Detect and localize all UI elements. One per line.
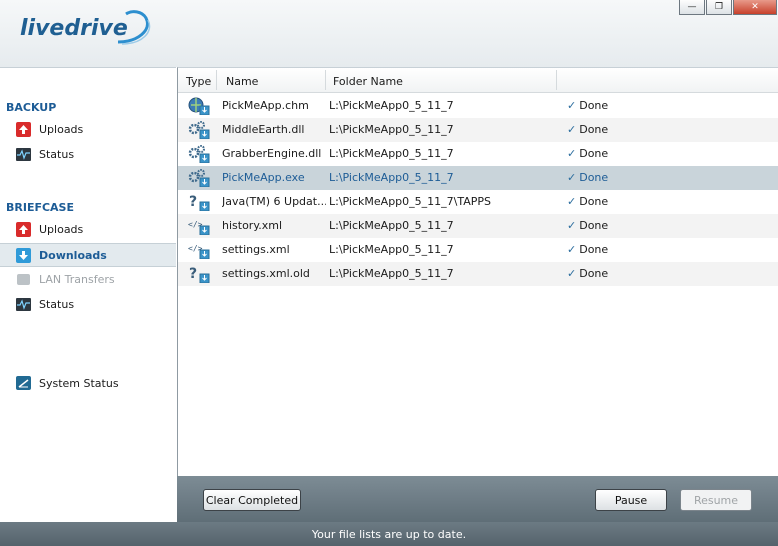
window-controls: — ❐ ✕ — [679, 0, 777, 15]
sidebar-item-label: LAN Transfers — [39, 272, 115, 286]
check-icon: ✓ — [567, 219, 577, 232]
folder-name: L:\PickMeApp0_5_11_7\TAPPS — [329, 195, 491, 208]
resume-button[interactable]: Resume — [680, 489, 752, 511]
system-status-icon — [15, 375, 31, 391]
sidebar-item-briefcase-lan-transfers[interactable]: LAN Transfers — [0, 268, 176, 290]
unknown-file-icon: ? — [188, 265, 210, 283]
column-folder-name[interactable]: Folder Name — [333, 75, 403, 88]
sidebar-item-label: Status — [39, 147, 75, 161]
sidebar: BACKUP Uploads Status BRIEFCASE Uploads … — [0, 67, 176, 523]
file-name: MiddleEarth.dll — [222, 123, 305, 136]
sidebar-item-briefcase-downloads[interactable]: Downloads — [0, 243, 176, 267]
gear-file-icon — [188, 169, 210, 187]
sidebar-item-backup-status[interactable]: Status — [0, 143, 176, 165]
file-name: PickMeApp.exe — [222, 171, 305, 184]
section-title-briefcase: BRIEFCASE — [6, 201, 74, 214]
column-header: Type Name Folder Name — [178, 68, 778, 93]
check-icon: ✓ — [567, 171, 577, 184]
sidebar-item-briefcase-status[interactable]: Status — [0, 293, 176, 315]
table-row[interactable]: ? settings.xml.old L:\PickMeApp0_5_11_7 … — [178, 262, 778, 286]
status-cell: ✓ Done — [567, 99, 609, 112]
column-name[interactable]: Name — [226, 75, 258, 88]
pause-button[interactable]: Pause — [595, 489, 667, 511]
section-title-backup: BACKUP — [6, 101, 57, 114]
folder-name: L:\PickMeApp0_5_11_7 — [329, 123, 454, 136]
svg-text:?: ? — [189, 266, 197, 282]
folder-name: L:\PickMeApp0_5_11_7 — [329, 171, 454, 184]
status-cell: ✓ Done — [567, 171, 609, 184]
table-row[interactable]: </> settings.xml L:\PickMeApp0_5_11_7 ✓ D… — [178, 238, 778, 262]
file-name: Java(TM) 6 Updat... — [222, 195, 326, 208]
file-name: settings.xml — [222, 243, 290, 256]
check-icon: ✓ — [567, 99, 577, 112]
table-row[interactable]: MiddleEarth.dll L:\PickMeApp0_5_11_7 ✓ Do… — [178, 118, 778, 142]
check-icon: ✓ — [567, 147, 577, 160]
check-icon: ✓ — [567, 123, 577, 136]
folder-name: L:\PickMeApp0_5_11_7 — [329, 147, 454, 160]
status-message: Your file lists are up to date. — [311, 527, 467, 541]
status-cell: ✓ Done — [567, 195, 609, 208]
sidebar-item-label: Status — [39, 297, 75, 311]
upload-icon — [15, 121, 31, 137]
column-type[interactable]: Type — [186, 75, 211, 88]
file-name: history.xml — [222, 219, 283, 232]
sidebar-item-label: Uploads — [39, 122, 84, 136]
restore-button[interactable]: ❐ — [706, 0, 732, 15]
status-icon — [15, 146, 31, 162]
file-name: GrabberEngine.dll — [222, 147, 322, 160]
app-header: livedrive — ❐ ✕ — [0, 0, 778, 67]
action-bar: Clear Completed Pause Resume — [177, 476, 778, 522]
xml-file-icon: </> — [188, 217, 210, 235]
table-row[interactable]: PickMeApp.chm L:\PickMeApp0_5_11_7 ✓ Done — [178, 94, 778, 118]
status-cell: ✓ Done — [567, 123, 609, 136]
table-row[interactable]: PickMeApp.exe L:\PickMeApp0_5_11_7 ✓ Done — [178, 166, 778, 190]
xml-file-icon: </> — [188, 241, 210, 259]
download-icon — [15, 247, 31, 263]
close-button[interactable]: ✕ — [733, 0, 777, 15]
minimize-button[interactable]: — — [679, 0, 705, 15]
livedrive-logo: livedrive — [20, 6, 160, 58]
gear-file-icon — [188, 145, 210, 163]
download-list[interactable]: Type Name Folder Name PickMeApp.chm L:\P… — [177, 67, 778, 477]
sidebar-item-briefcase-uploads[interactable]: Uploads — [0, 218, 176, 240]
sidebar-item-system-status[interactable]: System Status — [0, 372, 176, 394]
upload-icon — [15, 221, 31, 237]
status-cell: ✓ Done — [567, 243, 609, 256]
file-name: settings.xml.old — [222, 267, 310, 280]
check-icon: ✓ — [567, 195, 577, 208]
table-row[interactable]: ? Java(TM) 6 Updat... L:\PickMeApp0_5_11… — [178, 190, 778, 214]
status-cell: ✓ Done — [567, 147, 609, 160]
table-row[interactable]: </> history.xml L:\PickMeApp0_5_11_7 ✓ Do… — [178, 214, 778, 238]
status-cell: ✓ Done — [567, 219, 609, 232]
sidebar-item-label: System Status — [39, 376, 119, 390]
unknown-file-icon: ? — [188, 193, 210, 211]
folder-name: L:\PickMeApp0_5_11_7 — [329, 99, 454, 112]
svg-text:?: ? — [189, 194, 197, 210]
table-row[interactable]: GrabberEngine.dll L:\PickMeApp0_5_11_7 ✓… — [178, 142, 778, 166]
folder-name: L:\PickMeApp0_5_11_7 — [329, 219, 454, 232]
folder-name: L:\PickMeApp0_5_11_7 — [329, 267, 454, 280]
gear-file-icon — [188, 121, 210, 139]
status-cell: ✓ Done — [567, 267, 609, 280]
folder-name: L:\PickMeApp0_5_11_7 — [329, 243, 454, 256]
help-file-icon — [188, 97, 210, 115]
check-icon: ✓ — [567, 243, 577, 256]
clear-completed-button[interactable]: Clear Completed — [203, 489, 301, 511]
lan-icon — [15, 271, 31, 287]
file-name: PickMeApp.chm — [222, 99, 309, 112]
check-icon: ✓ — [567, 267, 577, 280]
status-icon — [15, 296, 31, 312]
logo-swoosh-icon — [117, 10, 151, 45]
sidebar-item-label: Downloads — [39, 248, 107, 262]
sidebar-item-label: Uploads — [39, 222, 84, 236]
sidebar-item-backup-uploads[interactable]: Uploads — [0, 118, 176, 140]
status-bar: Your file lists are up to date. — [0, 522, 778, 546]
